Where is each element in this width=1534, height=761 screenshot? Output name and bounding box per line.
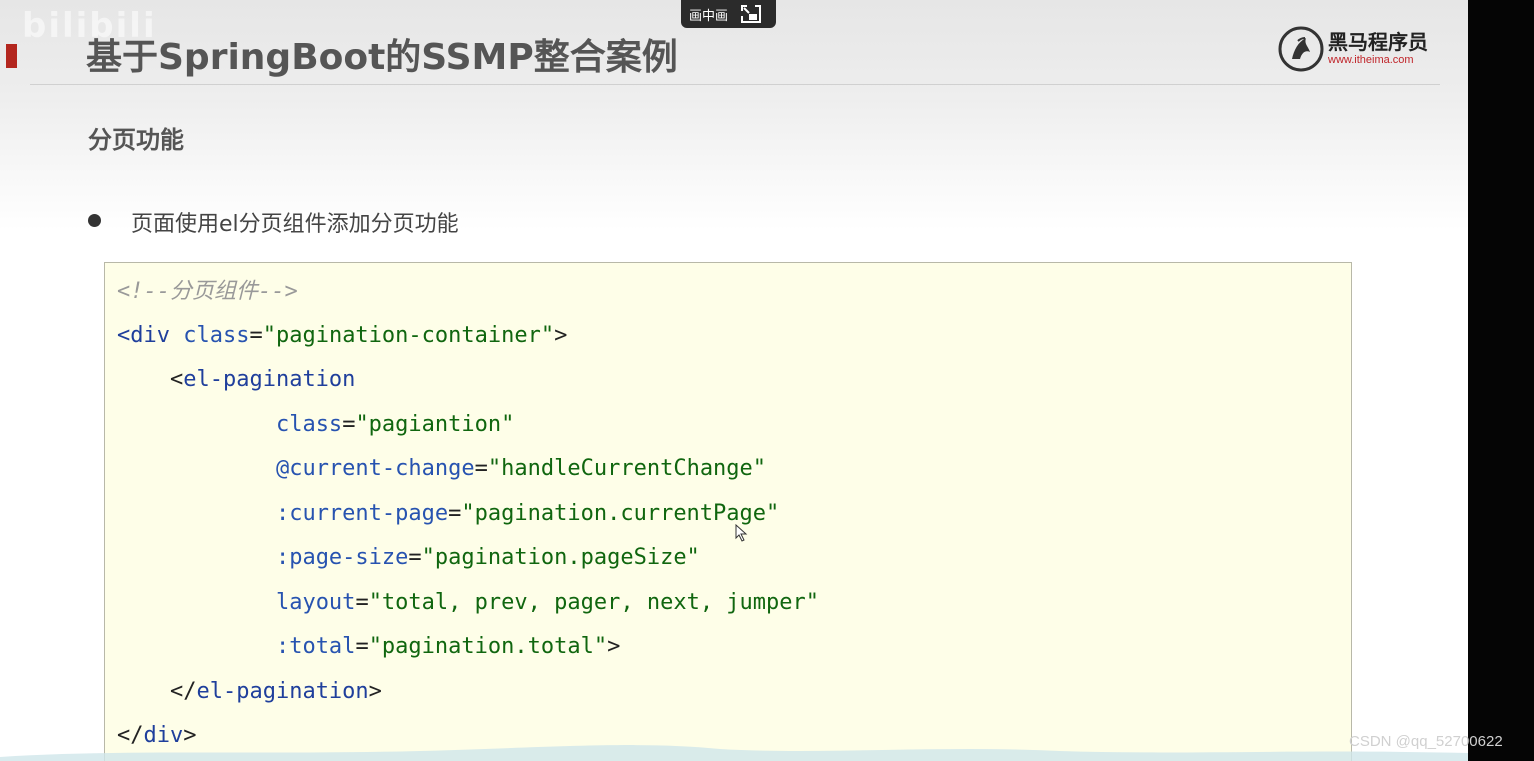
code-attr-value: "handleCurrentChange" [487,456,767,481]
header-divider [30,84,1440,85]
code-line-attr-class: class="pagiantion" [275,412,515,437]
code-attr-value: "pagination.pageSize" [421,545,700,570]
code-line-div-open: <div class="pagination-container"> [117,322,567,350]
code-div-eq: = [249,323,263,348]
code-comment: <!--分页组件--> [117,279,298,304]
picture-in-picture-button[interactable]: 画中画 [681,0,776,28]
code-attr-value: "pagiantion" [355,412,515,437]
code-attr-close-bracket: > [607,634,621,659]
red-accent-mark [6,44,17,68]
code-div-attr: class [183,323,250,348]
bottom-wave-decoration [0,745,1468,761]
code-attr-value: "pagination.total" [368,634,608,659]
code-line-el-close: </el-pagination> [117,678,382,706]
logo-url: www.itheima.com [1328,54,1414,66]
code-el-tag: el-pagination [183,367,356,392]
code-attr-name: :current-page [275,501,449,526]
code-attr-value: "total, prev, pager, next, jumper" [368,590,820,615]
code-line-attr-current-page: :current-page="pagination.currentPage" [275,501,780,526]
code-el-open-bracket: < [169,367,184,392]
csdn-watermark: CSDN @qq_52700622 [1349,733,1503,750]
code-attr-name: :page-size [275,545,409,570]
code-line-attr-layout: layout="total, prev, pager, next, jumper… [275,590,820,615]
code-line-attr-current-change: @current-change="handleCurrentChange" [275,456,767,481]
pip-label: 画中画 [689,8,729,24]
section-title: 分页功能 [88,126,184,154]
code-line-el-open: <el-pagination [117,366,355,394]
code-line-attr-total: :total="pagination.total"> [275,634,621,659]
code-attr-value: "pagination.currentPage" [461,501,780,526]
code-attr-name: :total [275,634,356,659]
slide-title: 基于SpringBoot的SSMP整合案例 [86,37,678,78]
bullet-icon [88,214,101,227]
code-div-value: "pagination-container" [262,323,555,348]
logo-name: 黑马程序员 [1328,30,1428,54]
right-black-bar [1468,0,1534,761]
code-block: <!--分页组件--> <div class="pagination-conta… [104,262,1352,761]
bullet-text: 页面使用el分页组件添加分页功能 [131,212,459,237]
code-el-close-tag: el-pagination [196,679,369,704]
code-el-close-open: </ [169,679,197,704]
code-line-comment: <!--分页组件--> [117,278,298,306]
code-attr-name: @current-change [275,456,475,481]
horse-logo-icon [1278,26,1324,72]
code-el-close-bracket: > [368,679,382,704]
slide: bilibili 基于SpringBoot的SSMP整合案例 黑马程序员 www… [0,0,1468,761]
pip-icon [741,5,762,23]
itheima-logo: 黑马程序员 www.itheima.com [1278,26,1428,72]
code-div-close-bracket: > [554,323,568,348]
code-attr-name: class [275,412,343,437]
mouse-cursor-icon [735,524,748,542]
code-line-attr-page-size: :page-size="pagination.pageSize" [275,545,700,570]
code-attr-name: layout [275,590,356,615]
code-div-open-tag: <div [117,323,170,348]
